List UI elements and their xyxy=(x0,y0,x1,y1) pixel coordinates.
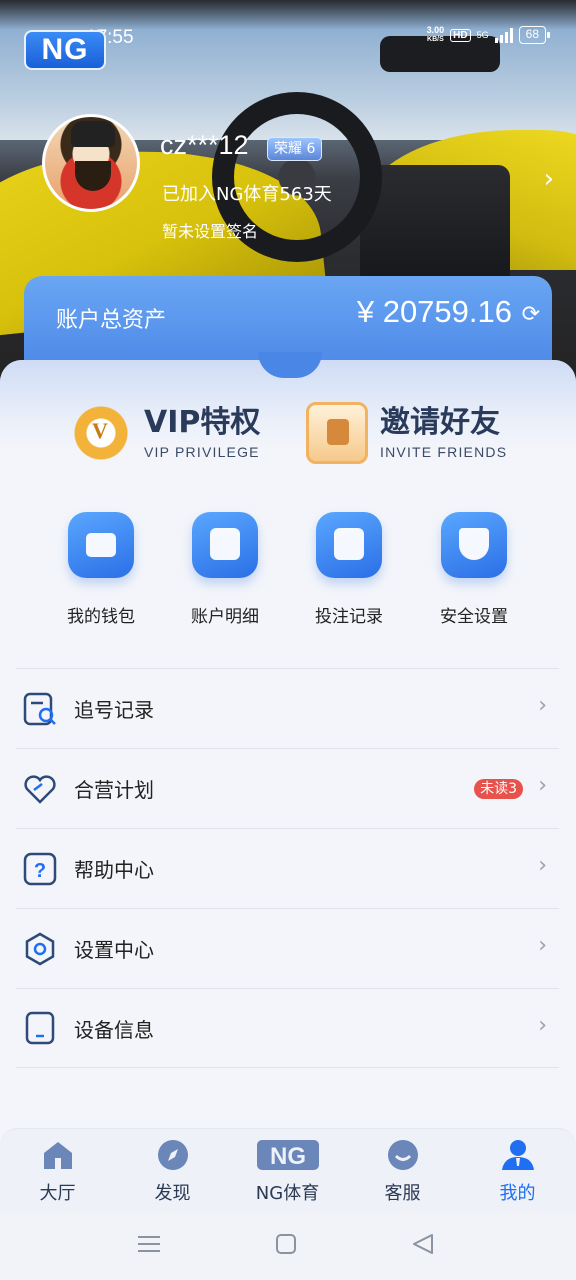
back-icon[interactable] xyxy=(413,1234,433,1254)
tab-lobby[interactable]: 大厅 xyxy=(0,1139,115,1205)
rank-badge: 荣耀 6 xyxy=(267,137,323,161)
asset-value: ¥ 20759.16 xyxy=(356,294,512,329)
invite-card-icon xyxy=(306,402,368,464)
bet-record-button[interactable]: 投注记录 xyxy=(293,512,405,627)
menu-item-joint-plan[interactable]: 合营计划 未读3 › xyxy=(16,748,559,828)
invite-title: 邀请好友 xyxy=(380,405,500,440)
handshake-heart-icon xyxy=(22,771,58,807)
tab-mine[interactable]: 我的 xyxy=(460,1139,575,1205)
account-detail-button[interactable]: 账户明细 xyxy=(169,512,281,627)
unread-badge: 未读3 xyxy=(474,779,523,799)
refresh-icon[interactable]: ⟳ xyxy=(522,302,540,327)
svg-text:NG: NG xyxy=(270,1143,306,1170)
avatar[interactable] xyxy=(42,114,140,212)
chevron-right-icon: › xyxy=(538,1013,547,1038)
bottom-tab-bar: 大厅 发现 NG NG体育 客服 我的 xyxy=(0,1128,576,1212)
compass-icon xyxy=(155,1139,191,1171)
home-button-icon[interactable] xyxy=(276,1234,296,1254)
network-label: 5G xyxy=(476,30,489,40)
invite-subtitle: INVITE FRIENDS xyxy=(380,444,508,460)
home-icon xyxy=(40,1139,76,1171)
search-record-icon xyxy=(22,691,58,727)
gear-icon xyxy=(22,931,58,967)
security-settings-button[interactable]: 安全设置 xyxy=(418,512,530,627)
customer-service-icon xyxy=(385,1139,421,1171)
tab-discover[interactable]: 发现 xyxy=(115,1139,230,1205)
account-detail-icon xyxy=(192,512,258,578)
hd-icon: HD xyxy=(450,28,471,42)
vip-title: VIP特权 xyxy=(144,405,261,440)
menu-item-chase-record[interactable]: 追号记录 › xyxy=(16,668,559,748)
wallet-icon xyxy=(68,512,134,578)
chevron-right-icon: › xyxy=(538,853,547,878)
settings-menu: 追号记录 › 合营计划 未读3 › ? 帮助中心 › 设置中心 › 设备信息 › xyxy=(16,668,559,1068)
ng-logo-icon: NG xyxy=(256,1139,320,1171)
device-icon xyxy=(22,1010,58,1046)
help-icon: ? xyxy=(22,851,58,887)
system-navigation-bar xyxy=(0,1212,576,1280)
user-icon xyxy=(500,1139,536,1171)
signature-text[interactable]: 暂未设置签名 xyxy=(162,218,258,242)
status-icons: 3.00 KB/S HD 5G 68 xyxy=(426,25,551,44)
username: cz***12 xyxy=(160,130,249,160)
svg-text:?: ? xyxy=(34,860,46,882)
tab-ng-sports[interactable]: NG NG体育 xyxy=(230,1139,345,1205)
shield-icon xyxy=(441,512,507,578)
bet-record-icon xyxy=(316,512,382,578)
menu-item-help-center[interactable]: ? 帮助中心 › xyxy=(16,828,559,908)
wallet-button[interactable]: 我的钱包 xyxy=(45,512,157,627)
menu-item-device-info[interactable]: 设备信息 › xyxy=(16,988,559,1068)
asset-label: 账户总资产 xyxy=(56,308,167,333)
chevron-right-icon: › xyxy=(538,773,547,798)
chevron-right-icon[interactable]: › xyxy=(544,164,554,194)
signal-icon xyxy=(494,27,513,43)
joined-days: 已加入NG体育563天 xyxy=(162,184,332,205)
net-speed: 3.00 KB/S xyxy=(426,25,445,44)
battery-icon: 68 xyxy=(518,26,551,44)
vip-badge-icon xyxy=(70,402,132,464)
chevron-right-icon: › xyxy=(538,933,547,958)
invite-friends-button[interactable]: 邀请好友 INVITE FRIENDS xyxy=(306,402,507,464)
menu-icon[interactable] xyxy=(138,1236,160,1252)
menu-item-settings-center[interactable]: 设置中心 › xyxy=(16,908,559,988)
tab-customer-service[interactable]: 客服 xyxy=(345,1139,460,1205)
vip-subtitle: VIP PRIVILEGE xyxy=(144,444,260,460)
chevron-right-icon: › xyxy=(538,693,547,718)
app-logo: NG xyxy=(24,30,106,70)
vip-privilege-button[interactable]: VIP特权 VIP PRIVILEGE xyxy=(70,402,260,464)
